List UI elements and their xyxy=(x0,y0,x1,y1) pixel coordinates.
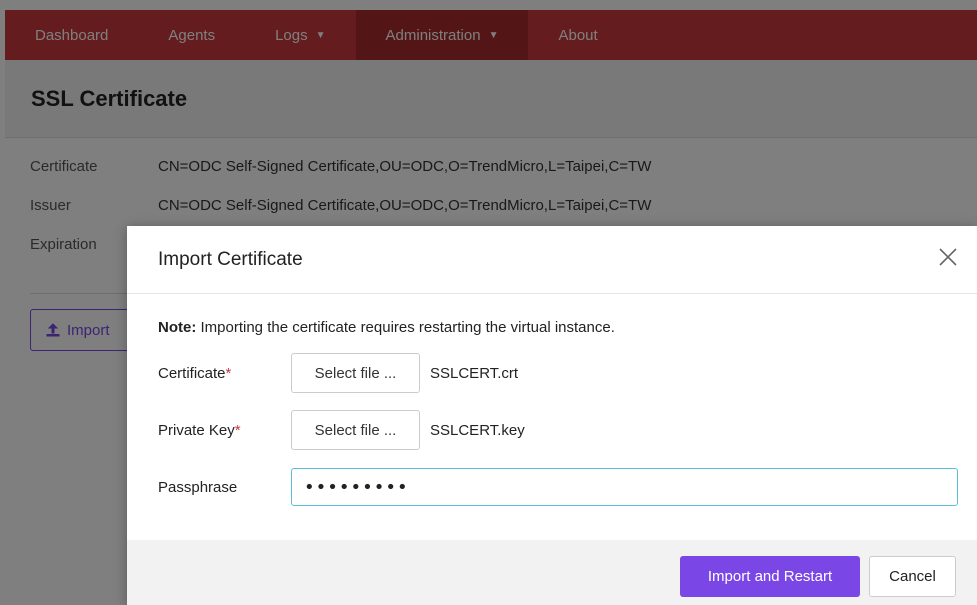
note-prefix: Note: xyxy=(158,319,197,336)
note-body: Importing the certificate requires resta… xyxy=(196,319,615,336)
certificate-filename: SSLCERT.crt xyxy=(430,364,519,382)
passphrase-row: Passphrase ••••••••• xyxy=(158,468,958,506)
private-key-label: Private Key* xyxy=(158,421,241,439)
required-marker: * xyxy=(225,364,232,382)
passphrase-input[interactable]: ••••••••• xyxy=(291,468,958,506)
certificate-label: Certificate* xyxy=(158,364,232,382)
modal-title: Import Certificate xyxy=(158,249,303,270)
private-key-row: Private Key* Select file ... SSLCERT.key xyxy=(158,410,525,450)
required-marker: * xyxy=(234,421,241,439)
close-icon[interactable] xyxy=(937,246,959,268)
note-text: Note: Importing the certificate requires… xyxy=(158,319,615,336)
passphrase-label: Passphrase xyxy=(158,478,238,496)
import-certificate-modal: Import Certificate Note: Importing the c… xyxy=(127,226,977,605)
certificate-row: Certificate* Select file ... SSLCERT.crt xyxy=(158,353,518,393)
private-key-filename: SSLCERT.key xyxy=(430,421,525,439)
import-and-restart-button[interactable]: Import and Restart xyxy=(680,556,860,597)
select-private-key-file-button[interactable]: Select file ... xyxy=(291,410,420,450)
cancel-button[interactable]: Cancel xyxy=(869,556,956,597)
select-certificate-file-button[interactable]: Select file ... xyxy=(291,353,420,393)
modal-header: Import Certificate xyxy=(127,226,977,294)
